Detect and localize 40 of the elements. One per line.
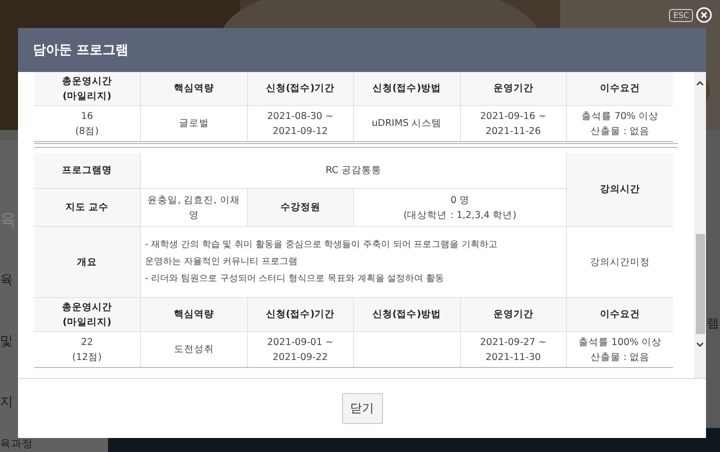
table-header: 핵심역량: [140, 298, 247, 332]
table-cell: 2021-09-27 ~ 2021-11-30: [460, 332, 566, 368]
table-header: 신청(접수)기간: [247, 72, 354, 106]
table-header: 신청(접수)방법: [354, 298, 460, 332]
table-cell: uDRIMS 시스템: [354, 106, 460, 142]
background-text: 육: [0, 273, 13, 289]
table-header: 총운영시간 (마일리지): [34, 72, 140, 106]
close-icon[interactable]: [696, 7, 712, 23]
table-header: 핵심역량: [140, 72, 247, 106]
table-header: 수강정원: [247, 188, 354, 226]
table-header: 강의시간: [566, 153, 673, 226]
table-header: 운영기간: [460, 72, 566, 106]
table-header: 프로그램명: [34, 153, 140, 188]
table-cell: 2021-08-30 ~ 2021-09-12: [247, 106, 354, 142]
scrollbar-thumb[interactable]: [696, 234, 704, 334]
table-header: 이수요건: [566, 72, 673, 106]
table-header: 신청(접수)방법: [354, 72, 460, 106]
table-cell: 도전성취: [140, 332, 247, 368]
scroll-up-icon[interactable]: [695, 78, 705, 88]
modal-title: 담아둔 프로그램: [33, 42, 129, 59]
table-header: 신청(접수)기간: [247, 298, 354, 332]
table-header: 운영기간: [460, 298, 566, 332]
close-button[interactable]: 닫기: [342, 393, 382, 424]
background-text: 및: [0, 334, 13, 350]
table-cell: 16 (8점): [34, 106, 140, 142]
table-header: 총운영시간 (마일리지): [34, 298, 140, 332]
scroll-down-icon[interactable]: [695, 340, 705, 350]
background-text: 지: [0, 395, 13, 411]
scrollbar[interactable]: [694, 72, 706, 378]
background-text: 램: [707, 316, 719, 330]
esc-label: ESC: [669, 8, 693, 22]
background-text: 육과정: [0, 438, 33, 450]
table-cell: 글로벌: [140, 106, 247, 142]
table-header: 이수요건: [566, 298, 673, 332]
table-cell: 2021-09-16 ~ 2021-11-26: [460, 106, 566, 142]
table-cell: 윤충일, 김효진, 이채영: [140, 188, 247, 226]
table-cell: 2021-09-01 ~ 2021-09-22: [247, 332, 354, 368]
table-cell: 22 (12점): [34, 332, 140, 368]
table-header: 개요: [34, 226, 140, 298]
table-header: 지도 교수: [34, 188, 140, 226]
